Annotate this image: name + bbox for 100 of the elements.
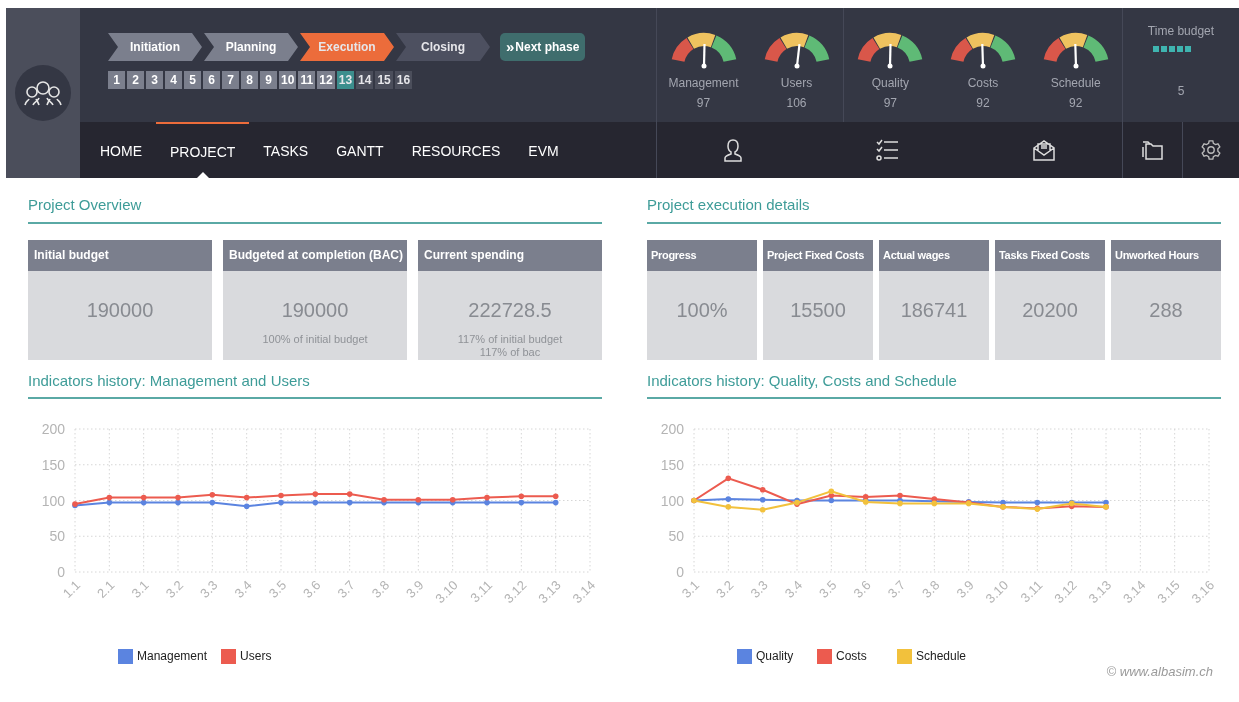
step-number[interactable]: 12: [317, 71, 335, 89]
card-title: Progress: [647, 239, 757, 271]
gauge-label: Costs: [967, 75, 999, 92]
step-number[interactable]: 7: [222, 71, 239, 89]
card-value: 222728.5: [468, 297, 552, 323]
gauge-label: Users: [780, 75, 813, 92]
axis-tick-label: 3.6: [300, 577, 324, 601]
phase-step[interactable]: Closing: [396, 33, 490, 61]
card-note: 117% of bac: [479, 345, 541, 359]
axis-tick-label: 3.12: [1051, 577, 1080, 606]
step-number[interactable]: 10: [279, 71, 297, 89]
card-value: 190000: [86, 297, 154, 323]
axis-tick-label: 3.9: [403, 577, 427, 601]
axis-tick-label: 3.7: [334, 577, 358, 601]
nav-tab[interactable]: GANTT: [322, 122, 398, 178]
nav-tab[interactable]: EVM: [514, 122, 573, 178]
time-budget-meter: [1153, 46, 1191, 52]
axis-tick-label: 3.9: [953, 577, 977, 601]
axis-tick-label: 3.12: [500, 577, 530, 606]
axis-tick-label: 3.3: [197, 577, 221, 601]
axis-tick-label: 150: [41, 456, 65, 473]
axis-tick-label: 200: [41, 421, 65, 437]
card-value: 100%: [676, 297, 728, 323]
card-title: Unworked Hours: [1111, 239, 1221, 271]
mail-icon[interactable]: [1031, 138, 1056, 162]
phase-step[interactable]: Execution: [300, 33, 394, 61]
time-budget-label: Time budget: [1147, 23, 1215, 40]
section-title: Project execution details: [647, 194, 1221, 224]
phase-step[interactable]: Initiation: [108, 33, 202, 61]
axis-tick-label: 3.11: [1017, 577, 1046, 606]
step-number[interactable]: 15: [375, 71, 393, 89]
axis-tick-label: 3.5: [265, 577, 290, 601]
team-logo-icon[interactable]: [15, 65, 71, 121]
nav-tab[interactable]: RESOURCES: [397, 122, 515, 178]
step-number[interactable]: 6: [203, 71, 220, 89]
nav-tab[interactable]: PROJECT: [156, 122, 250, 178]
nav-tab[interactable]: HOME: [86, 122, 156, 178]
axis-tick-label: 3.2: [713, 577, 737, 601]
phase-step[interactable]: Planning: [204, 33, 298, 61]
axis-tick-label: 3.7: [884, 577, 909, 601]
step-number[interactable]: 9: [260, 71, 277, 89]
card-value: 186741: [900, 297, 968, 323]
card-value: 15500: [790, 297, 846, 323]
legend-label: Quality: [756, 648, 794, 665]
axis-tick-label: 3.13: [1085, 577, 1115, 606]
step-number[interactable]: 3: [146, 71, 163, 89]
card-note: 100% of initial budget: [262, 332, 368, 346]
axis-tick-label: 3.16: [1188, 577, 1218, 606]
axis-tick-label: 3.14: [1119, 577, 1149, 606]
axis-tick-label: 3.10: [982, 577, 1012, 606]
axis-tick-label: 200: [660, 421, 684, 437]
nav-tab[interactable]: TASKS: [249, 122, 323, 178]
step-number[interactable]: 16: [394, 71, 413, 89]
gauge-label: Schedule: [1050, 75, 1101, 92]
card-title: Initial budget: [28, 239, 212, 271]
card-value: 288: [1149, 297, 1183, 323]
axis-tick-label: 3.4: [781, 577, 806, 601]
axis-tick-label: 3.14: [569, 577, 599, 606]
card-title: Tasks Fixed Costs: [995, 239, 1105, 271]
gauge-value: 92: [1069, 95, 1083, 112]
section-title: Project Overview: [28, 194, 602, 224]
axis-tick-label: 2.1: [94, 577, 118, 601]
card-title: Current spending: [418, 239, 602, 271]
folder-icon[interactable]: [1141, 140, 1164, 160]
step-number[interactable]: 2: [127, 71, 144, 89]
legend-label: Management: [137, 648, 208, 665]
card-value: 190000: [281, 297, 349, 323]
section-title: Indicators history: Quality, Costs and Schedule: [647, 369, 1221, 399]
section-title: Indicators history: Management and Users: [28, 369, 602, 399]
axis-tick-label: 150: [660, 456, 684, 473]
step-number[interactable]: 14: [356, 71, 374, 89]
card-note: 117% of initial budget: [457, 332, 563, 346]
checklist-icon[interactable]: [875, 138, 900, 162]
axis-tick-label: 100: [41, 492, 65, 509]
gauge-label: Management: [668, 75, 739, 92]
axis-tick-label: 50: [668, 528, 684, 545]
axis-tick-label: 3.8: [919, 577, 943, 601]
step-number[interactable]: 8: [241, 71, 258, 89]
axis-tick-label: 3.4: [231, 577, 255, 601]
axis-tick-label: 50: [49, 528, 65, 545]
axis-tick-label: 3.1: [128, 577, 152, 601]
settings-icon[interactable]: [1200, 139, 1222, 161]
gauge-value: 92: [976, 95, 990, 112]
step-number[interactable]: 13: [336, 71, 355, 89]
step-number[interactable]: 5: [184, 71, 201, 89]
legend-label: Schedule: [916, 648, 967, 665]
next-phase-button[interactable]: »Next phase: [500, 33, 586, 61]
axis-tick-label: 0: [57, 564, 65, 580]
axis-tick-label: 3.8: [368, 577, 393, 601]
step-number[interactable]: 4: [165, 71, 182, 89]
time-budget-value: 5: [1177, 83, 1185, 100]
user-icon[interactable]: [723, 138, 744, 162]
step-number[interactable]: 1: [108, 71, 125, 89]
axis-tick-label: 1.1: [59, 577, 84, 601]
axis-tick-label: 3.11: [467, 577, 496, 606]
card-value: 20200: [1022, 297, 1078, 323]
step-number[interactable]: 11: [298, 71, 316, 89]
gauge-value: 97: [696, 95, 711, 112]
axis-tick-label: 100: [660, 492, 684, 509]
axis-tick-label: 3.2: [162, 577, 187, 601]
